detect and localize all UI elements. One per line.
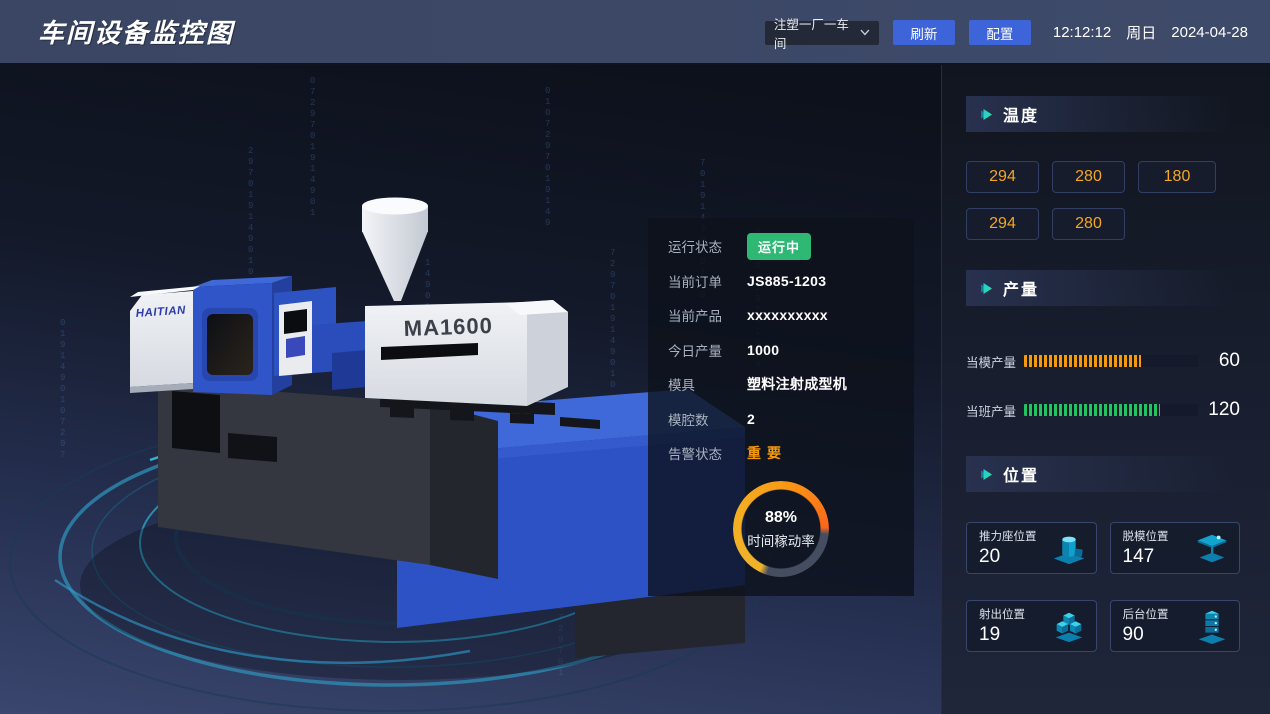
position-card: 射出位置 19 <box>966 600 1097 652</box>
info-row: 当前订单JS885-1203 <box>668 264 894 299</box>
info-row-label: 模具 <box>668 374 747 394</box>
bar-value: 60 <box>1198 350 1240 372</box>
info-row: 运行状态运行中 <box>668 229 894 264</box>
page-title: 车间设备监控图 <box>38 13 234 50</box>
workshop-select-value: 注塑一厂一车间 <box>774 14 860 52</box>
svg-text:0729701914901: 0729701914901 <box>310 76 315 218</box>
machine-model-label: MA1600 <box>403 313 493 341</box>
info-row-label: 今日产量 <box>668 340 747 360</box>
workshop-select[interactable]: 注塑一厂一车间 <box>765 21 879 45</box>
section-output: 产量 当模产量 60 当班产量 120 <box>966 270 1240 421</box>
bar-label: 当班产量 <box>966 401 1024 420</box>
output-bar-row: 当模产量 60 <box>966 350 1240 372</box>
bar-fill <box>1024 355 1141 367</box>
info-row: 告警状态重要 <box>668 436 894 471</box>
svg-text:0107297019149: 0107297019149 <box>545 86 550 228</box>
info-row-label: 当前产品 <box>668 305 747 325</box>
output-section-header: 产量 <box>966 270 1248 306</box>
machine-info-panel: 运行状态运行中当前订单JS885-1203当前产品xxxxxxxxxx今日产量1… <box>648 218 914 596</box>
chevron-right-icon <box>980 282 993 295</box>
chevron-right-icon <box>980 108 993 121</box>
position-card-label: 脱模位置 <box>1123 528 1169 544</box>
weekday-text: 周日 <box>1126 22 1156 43</box>
section-title: 位置 <box>1003 462 1039 486</box>
temperature-section-header: 温度 <box>966 96 1248 132</box>
info-row-label: 运行状态 <box>668 236 747 256</box>
position-card-value: 20 <box>979 546 1037 568</box>
config-button[interactable]: 配置 <box>969 20 1031 45</box>
position-card-label: 后台位置 <box>1123 606 1169 622</box>
section-position: 位置 推力座位置 20 脱模位置 147 射出位置 19 后台位置 90 <box>966 456 1240 652</box>
sidebar: 温度 294 280 180 294 280 产量 当模产量 60 当班产量 120 位置 推… <box>941 65 1270 714</box>
bar-track <box>1024 404 1198 416</box>
gauge-label: 时间稼动率 <box>747 530 815 550</box>
output-bar-row: 当班产量 120 <box>966 399 1240 421</box>
dish-icon <box>1193 529 1231 567</box>
temperature-value-box: 280 <box>1052 208 1125 240</box>
workshop-monitor-app: 车间设备监控图 注塑一厂一车间 刷新 配置 12:12:12 周日 2024-0… <box>0 0 1270 714</box>
chevron-right-icon <box>980 468 993 481</box>
refresh-button[interactable]: 刷新 <box>893 20 955 45</box>
info-row: 当前产品xxxxxxxxxx <box>668 298 894 333</box>
info-row-value: 塑料注射成型机 <box>747 374 847 394</box>
svg-text:0191490107297: 0191490107297 <box>60 318 65 460</box>
position-card-label: 推力座位置 <box>979 528 1037 544</box>
position-card: 后台位置 90 <box>1110 600 1241 652</box>
info-row-value: xxxxxxxxxx <box>747 307 828 323</box>
info-row-value: JS885-1203 <box>747 273 826 289</box>
bar-track <box>1024 355 1198 367</box>
temperature-value-box: 294 <box>966 161 1039 193</box>
server-icon <box>1193 607 1231 645</box>
bar-label: 当模产量 <box>966 352 1024 371</box>
position-card-value: 90 <box>1123 624 1169 646</box>
cylinder-icon <box>1050 529 1088 567</box>
bar-value: 120 <box>1198 399 1240 421</box>
temperature-value-box: 280 <box>1052 161 1125 193</box>
position-card: 脱模位置 147 <box>1110 522 1241 574</box>
bar-fill <box>1024 404 1160 416</box>
clock: 12:12:12 周日 2024-04-28 <box>1053 22 1248 43</box>
temperature-value-box: 294 <box>966 208 1039 240</box>
section-title: 产量 <box>1003 276 1039 300</box>
status-badge: 运行中 <box>747 233 811 260</box>
position-card-value: 147 <box>1123 546 1169 568</box>
time-text: 12:12:12 <box>1053 24 1111 41</box>
utilization-gauge: 88% 时间稼动率 <box>733 481 829 577</box>
info-row-label: 模腔数 <box>668 409 747 429</box>
svg-text:7297019149010: 7297019149010 <box>610 248 615 390</box>
main-scene: 2970191490107019149010729714901072970190… <box>0 65 941 714</box>
section-title: 温度 <box>1003 102 1039 126</box>
info-row: 模腔数2 <box>668 402 894 437</box>
gauge-value: 88% <box>765 509 797 527</box>
header-bar: 车间设备监控图 注塑一厂一车间 刷新 配置 12:12:12 周日 2024-0… <box>0 0 1270 65</box>
position-card-value: 19 <box>979 624 1025 646</box>
svg-text:2970191490107: 2970191490107 <box>248 146 253 288</box>
info-row: 模具塑料注射成型机 <box>668 367 894 402</box>
chevron-down-icon <box>860 29 870 36</box>
info-row-value: 2 <box>747 411 755 427</box>
alarm-status-value: 重要 <box>747 443 787 463</box>
position-section-header: 位置 <box>966 456 1248 492</box>
date-text: 2024-04-28 <box>1171 24 1248 41</box>
info-row: 今日产量1000 <box>668 333 894 368</box>
temperature-value-box: 180 <box>1138 161 1216 193</box>
position-card: 推力座位置 20 <box>966 522 1097 574</box>
info-row-label: 告警状态 <box>668 443 747 463</box>
cubes-icon <box>1050 607 1088 645</box>
info-row-label: 当前订单 <box>668 271 747 291</box>
position-card-label: 射出位置 <box>979 606 1025 622</box>
info-row-value: 1000 <box>747 342 779 358</box>
section-temperature: 温度 294 280 180 294 280 <box>966 96 1240 240</box>
